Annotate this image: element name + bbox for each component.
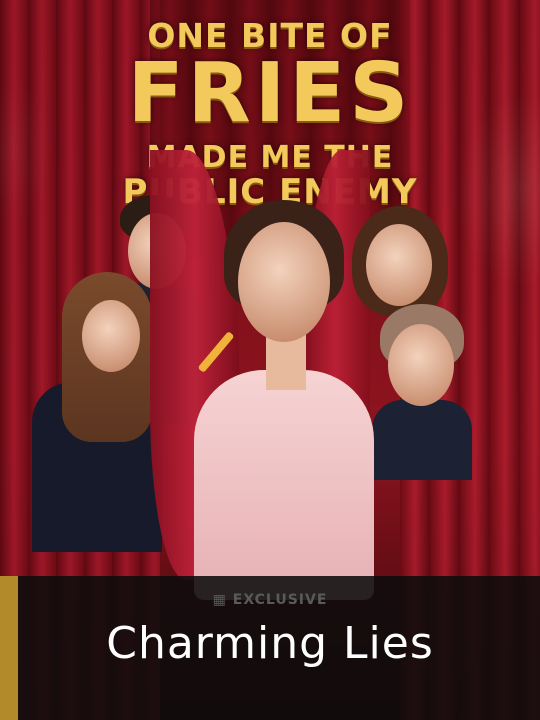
- show-title[interactable]: Charming Lies: [0, 618, 540, 669]
- film-icon: ▦: [212, 592, 227, 608]
- poster-title-line-3: MADE ME THE: [146, 140, 394, 175]
- poster-image[interactable]: ONE BITE OF FRIES MADE ME THE PUBLIC ENE…: [0, 0, 540, 720]
- poster-title-line-2: FRIES: [127, 46, 413, 141]
- exclusive-badge: ▦ EXCLUSIVE: [0, 592, 540, 608]
- exclusive-label: EXCLUSIVE: [232, 592, 328, 608]
